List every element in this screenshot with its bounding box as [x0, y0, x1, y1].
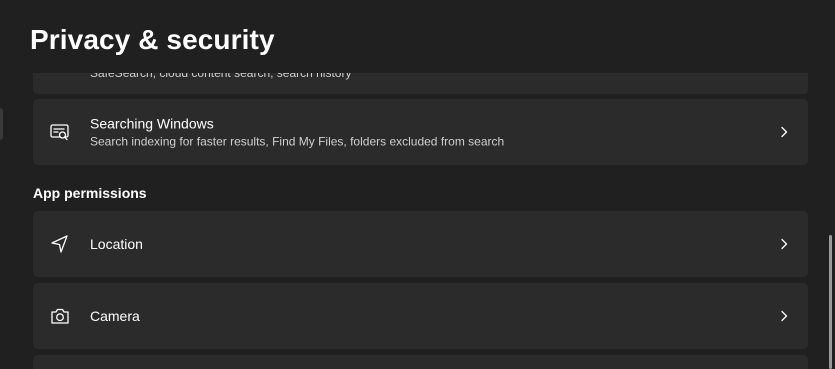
scrollbar-thumb[interactable] — [829, 235, 832, 369]
app-permissions-header: App permissions — [33, 185, 147, 201]
chevron-right-icon — [778, 310, 790, 322]
location-label: Location — [90, 236, 143, 252]
camera-label: Camera — [90, 308, 140, 324]
searching-windows-description: Search indexing for faster results, Find… — [90, 134, 505, 149]
next-permission-card[interactable] — [33, 355, 808, 369]
chevron-right-icon — [778, 238, 790, 250]
search-window-icon — [49, 121, 71, 143]
location-arrow-icon — [49, 233, 71, 255]
camera-card[interactable]: Camera — [33, 283, 808, 349]
camera-icon — [49, 305, 71, 327]
page-title: Privacy & security — [30, 24, 275, 55]
chevron-right-icon — [778, 126, 790, 138]
scrollbar[interactable] — [823, 0, 835, 369]
searching-windows-card[interactable]: Searching Windows Search indexing for fa… — [33, 99, 808, 165]
nav-pane-edge — [0, 108, 3, 140]
location-card[interactable]: Location — [33, 211, 808, 277]
settings-page: Privacy & security SafeSearch, cloud con… — [0, 0, 835, 369]
searching-windows-label: Searching Windows — [90, 115, 214, 132]
